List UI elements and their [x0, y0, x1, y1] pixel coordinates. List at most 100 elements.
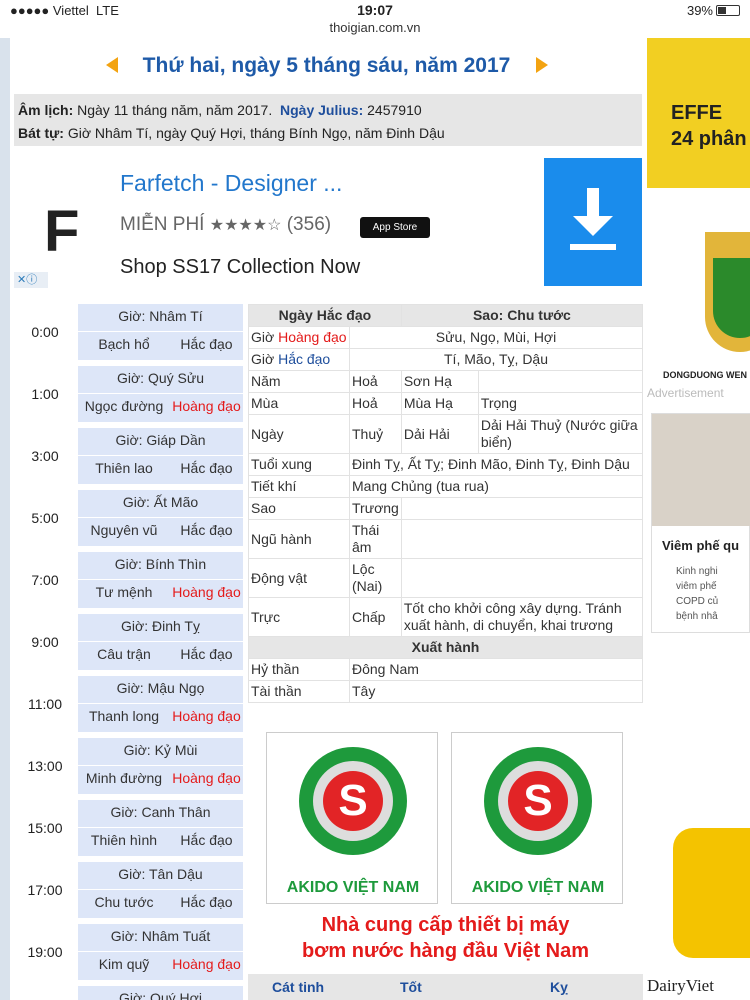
- akido-ad[interactable]: S AKIDO VIỆT NAM S AKIDO VIỆT NAM Nhà cu…: [248, 726, 643, 966]
- cell: Mang Chủng (tua rua): [349, 475, 643, 498]
- hour-box[interactable]: Giờ: Tân Dậu Chu tước Hắc đạo: [78, 862, 243, 918]
- hour-dao: Hắc đạo: [180, 522, 233, 538]
- cell: Hoả: [349, 370, 402, 393]
- cell: Tây: [349, 680, 643, 703]
- cell: [400, 497, 643, 520]
- hour-star: Bạch hổ: [98, 336, 150, 352]
- url-bar[interactable]: thoigian.com.vn: [0, 20, 750, 35]
- hour-row: Giờ: Quý Hợi: [10, 986, 246, 1000]
- hour-time: 0:00: [31, 324, 59, 340]
- hour-branch: Giờ: Nhâm Tuất: [110, 928, 211, 944]
- cell: Đinh Tỵ, Ất Tỵ; Đinh Mão, Đinh Tỵ, Đinh …: [349, 453, 643, 476]
- ky-header: Kỵ: [550, 979, 568, 995]
- app-ad-banner[interactable]: F Farfetch - Designer ... MIỄN PHÍ ★★★★☆…: [14, 158, 642, 288]
- hour-branch: Giờ: Mậu Ngọ: [116, 680, 205, 696]
- hour-star: Nguyên vũ: [90, 522, 158, 538]
- cell: Thuỷ: [349, 414, 402, 454]
- right-ads: EFFE 24 phân DONGDUONG WEN Advertisement …: [643, 38, 750, 1000]
- hour-branch: Giờ: Bính Thìn: [114, 556, 207, 572]
- day-star: Sao: Chu tước: [400, 304, 643, 327]
- akido-name: AKIDO VIỆT NAM: [471, 879, 605, 896]
- cell: Lộc (Nai): [349, 558, 402, 598]
- prev-day-icon[interactable]: [106, 57, 118, 73]
- hour-box[interactable]: Giờ: Mậu Ngọ Thanh long Hoàng đạo: [78, 676, 243, 732]
- akido-name: AKIDO VIỆT NAM: [286, 879, 420, 896]
- row-label: Mùa: [248, 392, 350, 415]
- hac-dao-hours: Tí, Mão, Tỵ, Dậu: [349, 348, 643, 371]
- hour-box[interactable]: Giờ: Quý Sửu Ngọc đường Hoàng đạo: [78, 366, 243, 422]
- hour-box[interactable]: Giờ: Giáp Dần Thiên lao Hắc đạo: [78, 428, 243, 484]
- row-label: Sao: [248, 497, 350, 520]
- next-day-icon[interactable]: [536, 57, 548, 73]
- ad-price: MIỄN PHÍ ★★★★☆ (356): [120, 214, 332, 235]
- hour-time: 5:00: [31, 510, 59, 526]
- cat-tinh-header: Cát tinh: [272, 979, 325, 995]
- row-label: Năm: [248, 370, 350, 393]
- health-ad[interactable]: Viêm phế qu Kinh nghi viêm phế COPD củ bệnh…: [651, 413, 750, 633]
- hour-branch: Giờ: Quý Sửu: [116, 370, 205, 386]
- hour-star: Tư mệnh: [95, 584, 153, 600]
- gio-hoang-dao-label: Giờ Hoàng đạo: [248, 326, 350, 349]
- akido-logo-1[interactable]: S AKIDO VIỆT NAM: [266, 732, 438, 904]
- cell: [477, 370, 643, 393]
- hour-row: 0:00 Giờ: Nhâm Tí Bạch hổ Hắc đạo: [10, 304, 246, 360]
- ad-app-name[interactable]: Farfetch - Designer ...: [120, 170, 342, 197]
- cell: Thái âm: [349, 519, 402, 559]
- hour-branch: Giờ: Giáp Dần: [115, 432, 206, 448]
- akido-logo-2[interactable]: S AKIDO VIỆT NAM: [451, 732, 623, 904]
- cell: Chấp: [349, 597, 402, 637]
- hour-star: Ngọc đường: [84, 398, 164, 414]
- cell: Dải Hải Thuỷ (Nước giữa biển): [477, 414, 643, 454]
- row-label: Tiết khí: [248, 475, 350, 498]
- hour-box[interactable]: Giờ: Kỷ Mùi Minh đường Hoàng đạo: [78, 738, 243, 794]
- dairy-ad[interactable]: DairyViet: [643, 808, 750, 1000]
- hour-row: 7:00 Giờ: Bính Thìn Tư mệnh Hoàng đạo: [10, 552, 246, 608]
- hour-star: Thiên hình: [90, 832, 158, 848]
- row-label: Trực: [248, 597, 350, 637]
- hour-row: 5:00 Giờ: Ất Mão Nguyên vũ Hắc đạo: [10, 490, 246, 546]
- cell: Trọng: [477, 392, 643, 415]
- hour-time: 7:00: [31, 572, 59, 588]
- hour-time: 11:00: [28, 696, 62, 712]
- hour-box[interactable]: Giờ: Canh Thân Thiên hình Hắc đạo: [78, 800, 243, 856]
- cell: Mùa Hạ: [400, 392, 479, 415]
- akido-s-icon: S: [323, 771, 383, 831]
- hour-box[interactable]: Giờ: Nhâm Tuất Kim quỹ Hoàng đạo: [78, 924, 243, 980]
- hour-star: Minh đường: [85, 770, 163, 786]
- brand-name: DONGDUONG WEN: [663, 370, 747, 380]
- cell: Dải Hải: [400, 414, 479, 454]
- hour-row: 3:00 Giờ: Giáp Dần Thiên lao Hắc đạo: [10, 428, 246, 484]
- hour-branch: Giờ: Nhâm Tí: [118, 308, 203, 324]
- hour-dao: Hoàng đạo: [172, 584, 241, 600]
- row-label: Động vật: [248, 558, 350, 598]
- cell: Tốt cho khởi công xây dựng. Tránh xuất h…: [400, 597, 643, 637]
- hour-box[interactable]: Giờ: Ất Mão Nguyên vũ Hắc đạo: [78, 490, 243, 546]
- hour-time: 19:00: [27, 944, 63, 960]
- hour-row: 1:00 Giờ: Quý Sửu Ngọc đường Hoàng đạo: [10, 366, 246, 422]
- clock: 19:07: [357, 2, 393, 18]
- hour-branch: Giờ: Kỷ Mùi: [123, 742, 198, 758]
- row-label: Tài thần: [248, 680, 350, 703]
- hour-box[interactable]: Giờ: Đinh Tỵ Câu trận Hắc đạo: [78, 614, 243, 670]
- hour-box[interactable]: Giờ: Bính Thìn Tư mệnh Hoàng đạo: [78, 552, 243, 608]
- hour-dao: Hoàng đạo: [172, 770, 241, 786]
- hour-branch: Giờ: Ất Mão: [122, 494, 199, 510]
- hour-row: 9:00 Giờ: Đinh Tỵ Câu trận Hắc đạo: [10, 614, 246, 670]
- date-info: Âm lịch: Ngày 11 tháng năm, năm 2017. Ng…: [14, 94, 642, 146]
- hour-dao: Hoàng đạo: [172, 956, 241, 972]
- cell: Đông Nam: [349, 658, 643, 681]
- hour-box[interactable]: Giờ: Nhâm Tí Bạch hổ Hắc đạo: [78, 304, 243, 360]
- hour-dao: Hắc đạo: [180, 460, 233, 476]
- dongduong-ad[interactable]: DONGDUONG WEN: [643, 218, 750, 398]
- effe-ad[interactable]: EFFE 24 phân: [647, 38, 750, 188]
- hour-star: Thiên lao: [95, 460, 153, 476]
- hour-time: 3:00: [31, 448, 59, 464]
- download-icon[interactable]: [544, 158, 642, 286]
- app-store-badge[interactable]: App Store: [360, 217, 430, 238]
- ad-close-icon[interactable]: ✕ⓘ: [14, 272, 48, 288]
- hour-dao: Hắc đạo: [180, 646, 233, 662]
- ad-image: [652, 414, 750, 526]
- hour-box[interactable]: Giờ: Quý Hợi: [78, 986, 243, 1000]
- status-bar: ●●●●● Viettel LTE 19:07 thoigian.com.vn …: [0, 0, 750, 38]
- hour-time: [16, 986, 74, 1000]
